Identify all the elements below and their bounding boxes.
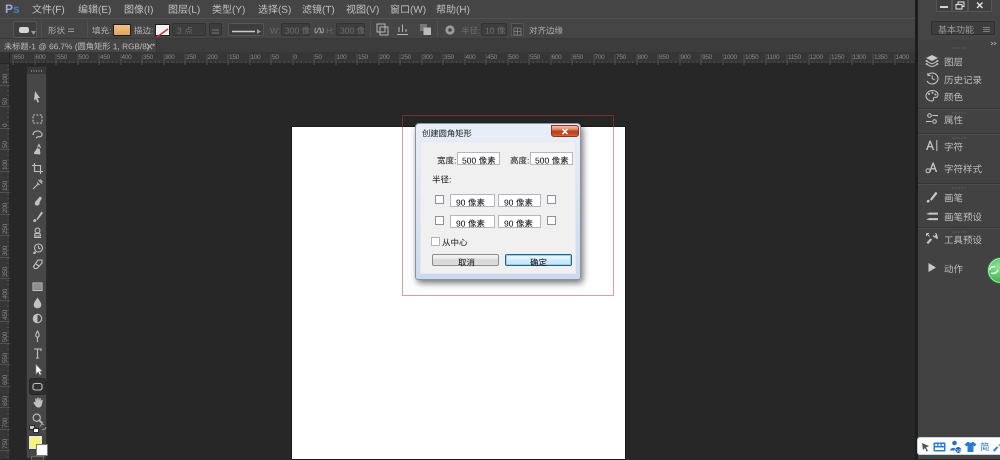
- svg-text:10: 10: [956, 448, 962, 453]
